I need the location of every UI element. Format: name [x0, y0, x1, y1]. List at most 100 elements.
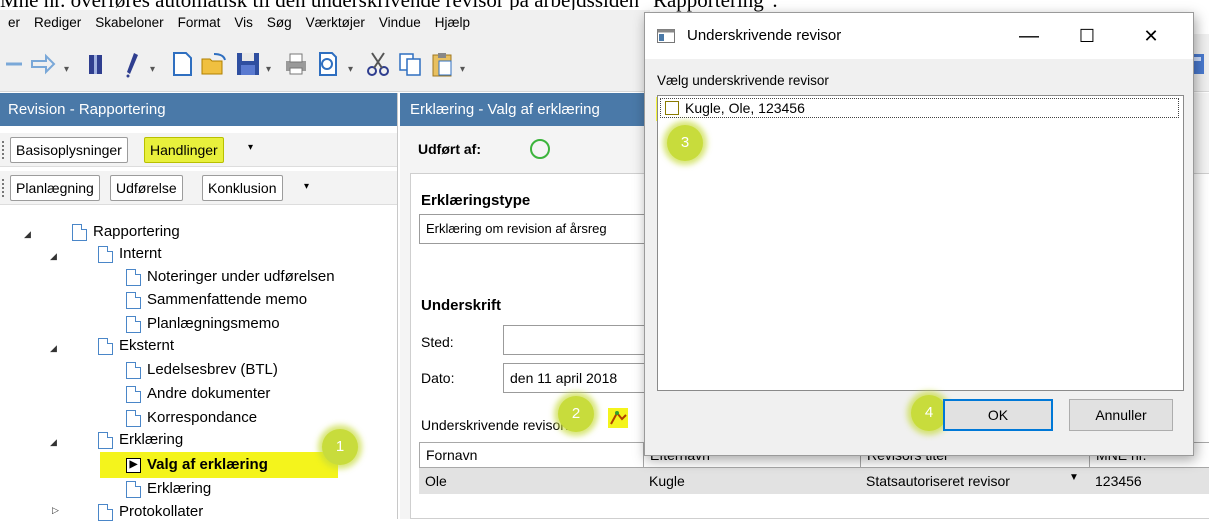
grid-cell-title[interactable]: Statsautoriseret revisor — [860, 468, 1090, 494]
tree-item-ledelsesbrev[interactable]: Ledelsesbrev (BTL) — [126, 359, 278, 381]
tab-udforelse[interactable]: Udførelse — [110, 175, 183, 201]
back-arrow-icon[interactable] — [2, 50, 30, 78]
maximize-icon[interactable]: ☐ — [1067, 21, 1107, 51]
list-item[interactable]: Kugle, Ole, 123456 — [660, 98, 1179, 118]
tree-item-label: Planlægningsmemo — [147, 315, 280, 332]
close-icon[interactable]: ✕ — [1131, 21, 1171, 51]
tree-item-planlaegningsmemo[interactable]: Planlægningsmemo — [126, 313, 280, 335]
tree-item-noteringer[interactable]: Noteringer under udførelsen — [126, 266, 335, 288]
forward-arrow-icon[interactable] — [28, 50, 56, 78]
menu-item-format[interactable]: Format — [178, 15, 221, 30]
left-panel: Revision - Rapportering Basisoplysninger… — [0, 93, 398, 521]
toolbar-separator-icon: ▾ — [150, 64, 156, 75]
tab-basisoplysninger[interactable]: Basisoplysninger — [10, 137, 128, 163]
step-badge-4: 4 — [911, 395, 947, 431]
signing-auditor-label: Underskrivende revisor: — [421, 417, 569, 433]
new-document-icon[interactable] — [168, 50, 196, 78]
minimize-icon[interactable]: — — [1009, 21, 1049, 51]
tree-item-korrespondance[interactable]: Korrespondance — [126, 407, 257, 429]
tree-item-andre-dokumenter[interactable]: Andre dokumenter — [126, 383, 270, 405]
tree-item-internt[interactable]: Internt — [98, 243, 162, 265]
grip-handle[interactable] — [2, 141, 5, 159]
performed-by-bar: Udført af: — [400, 127, 660, 169]
dropdown-arrow-icon[interactable]: ▼ — [1069, 472, 1079, 483]
tab-planlaegning[interactable]: Planlægning — [10, 175, 100, 201]
tree-item-protokollater[interactable]: Protokollater — [98, 501, 203, 523]
menu-item-help[interactable]: Hjælp — [435, 15, 470, 30]
tree-item-label: Internt — [119, 245, 162, 262]
tab-handlinger[interactable]: Handlinger — [144, 137, 224, 163]
tree-item-eksternt[interactable]: Eksternt — [98, 335, 174, 357]
auditor-checkbox[interactable] — [665, 101, 679, 115]
grid-header-firstname[interactable]: Fornavn — [419, 442, 644, 468]
select-auditor-icon[interactable] — [607, 407, 629, 429]
tree-item-label: Noteringer under udførelsen — [147, 268, 335, 285]
document-icon — [72, 223, 87, 241]
date-label: Dato: — [421, 370, 455, 386]
copy-icon[interactable] — [396, 50, 424, 78]
declaration-type-select[interactable]: Erklæring om revision af årsreg — [419, 214, 659, 244]
tree-item-rapportering[interactable]: Rapportering — [72, 221, 180, 243]
overflow-chevron-icon[interactable]: ▾ — [248, 142, 253, 153]
menu-bar: er Rediger Skabeloner Format Vis Søg Vær… — [0, 10, 650, 34]
menu-item-edit[interactable]: Rediger — [34, 15, 81, 30]
tree-item-erklaering[interactable]: Erklæring — [126, 478, 211, 500]
document-icon — [126, 385, 141, 403]
tree-item-label: Valg af erklæring — [147, 456, 268, 473]
document-icon — [126, 291, 141, 309]
tree-item-label: Ledelsesbrev (BTL) — [147, 361, 278, 378]
expand-arrow-icon[interactable]: ◢ — [24, 229, 31, 240]
toolbar-separator-icon: ▾ — [64, 64, 70, 75]
document-icon — [126, 480, 141, 498]
pen-icon[interactable] — [118, 50, 146, 78]
tree-item-sammenfattende-memo[interactable]: Sammenfattende memo — [126, 289, 307, 311]
menu-item-search[interactable]: Søg — [267, 15, 292, 30]
cut-icon[interactable] — [364, 50, 392, 78]
menu-item-view[interactable]: Vis — [234, 15, 253, 30]
auditor-list[interactable]: Kugle, Ole, 123456 — [657, 95, 1184, 391]
grid-cell-mne[interactable]: 123456 — [1089, 468, 1209, 494]
step-badge-3: 3 — [667, 125, 703, 161]
tree-item-valg-af-erklaering[interactable]: ▶ Valg af erklæring — [126, 454, 268, 476]
document-icon — [126, 409, 141, 427]
dialog-title-bar[interactable]: Underskrivende revisor — ☐ ✕ — [645, 13, 1193, 59]
document-icon — [98, 431, 113, 449]
tab-konklusion[interactable]: Konklusion — [202, 175, 283, 201]
print-icon[interactable] — [282, 50, 310, 78]
grip-handle[interactable] — [2, 179, 5, 197]
date-input[interactable]: den 11 april 2018 — [503, 363, 663, 393]
place-input[interactable] — [503, 325, 663, 355]
tab-row-1: Basisoplysninger Handlinger ▾ — [0, 133, 397, 167]
cancel-button[interactable]: Annuller — [1069, 399, 1173, 431]
overflow-chevron-icon[interactable]: ▾ — [304, 181, 309, 192]
left-panel-title: Revision - Rapportering — [0, 93, 397, 126]
toolbar-separator-icon: ▾ — [348, 64, 354, 75]
tree-item-label: Rapportering — [93, 223, 180, 240]
menu-item-templates[interactable]: Skabeloner — [95, 15, 163, 30]
grid-cell-lastname[interactable]: Kugle — [643, 468, 861, 494]
expand-arrow-icon[interactable]: ◢ — [50, 437, 57, 448]
declaration-type-heading: Erklæringstype — [421, 192, 531, 209]
menu-item-tools[interactable]: Værktøjer — [306, 15, 365, 30]
list-item-label: Kugle, Ole, 123456 — [685, 100, 805, 116]
menu-item-file-partial[interactable]: er — [8, 15, 20, 30]
print-preview-icon[interactable] — [314, 50, 342, 78]
window-icon — [657, 29, 675, 43]
expand-arrow-icon[interactable]: ◢ — [50, 251, 57, 262]
document-icon — [98, 245, 113, 263]
menu-item-window[interactable]: Vindue — [379, 15, 421, 30]
open-folder-icon[interactable] — [200, 50, 228, 78]
auditor-list-label: Vælg underskrivende revisor — [657, 73, 829, 88]
document-icon — [126, 315, 141, 333]
expand-arrow-icon[interactable]: ◢ — [50, 343, 57, 354]
paste-icon[interactable] — [428, 50, 456, 78]
dialog-title: Underskrivende revisor — [687, 27, 842, 44]
tree-item-erklaering-folder[interactable]: Erklæring — [98, 429, 183, 451]
collapsed-arrow-icon[interactable]: ▷ — [52, 505, 59, 516]
grid-cell-firstname[interactable]: Ole — [419, 468, 644, 494]
status-circle-icon[interactable] — [530, 139, 550, 159]
book-icon[interactable] — [82, 50, 110, 78]
ok-button[interactable]: OK — [943, 399, 1053, 431]
document-icon — [98, 337, 113, 355]
save-icon[interactable] — [234, 50, 262, 78]
